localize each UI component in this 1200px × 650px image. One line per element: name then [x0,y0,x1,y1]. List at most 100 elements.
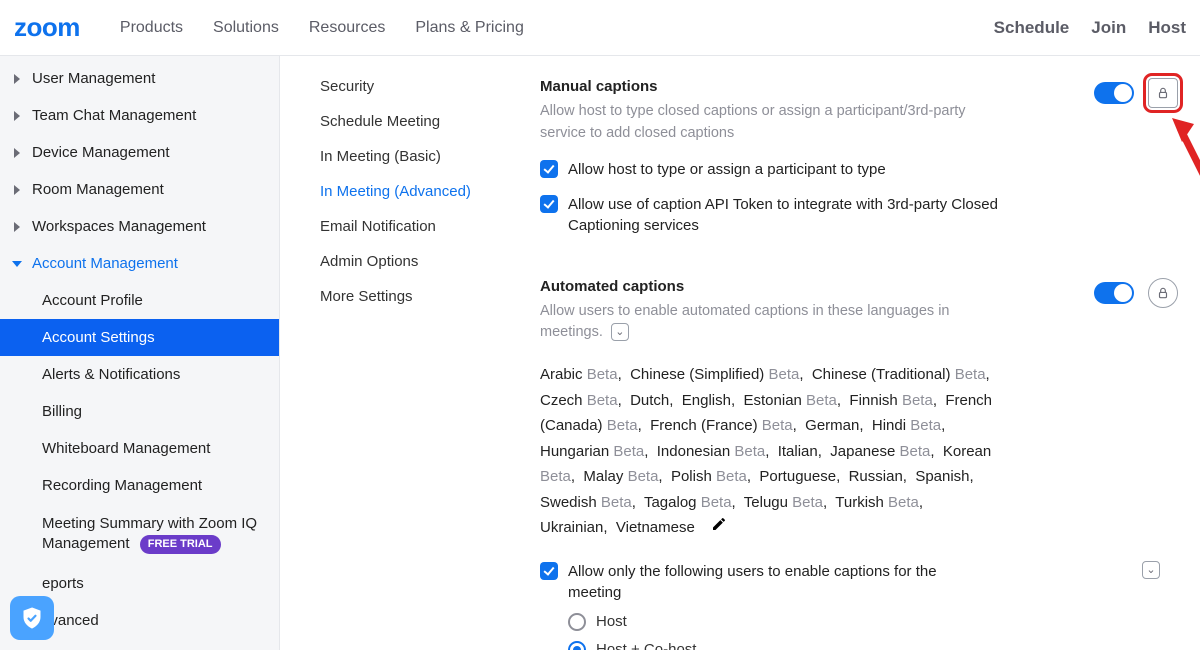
automated-captions-toggle[interactable] [1094,282,1134,304]
language-name: Spanish [915,468,969,485]
radio-host[interactable]: Host [568,613,1178,631]
manual-captions-chk-1[interactable]: Allow host to type or assign a participa… [540,159,1000,180]
beta-tag: Beta [540,468,571,485]
free-trial-badge: FREE TRIAL [140,535,221,554]
subnav-schedule-meeting[interactable]: Schedule Meeting [320,113,530,130]
sidebar-sub-account-settings[interactable]: Account Settings [0,319,279,356]
language-name: Tagalog [644,494,697,511]
subnav-in-meeting-basic[interactable]: In Meeting (Basic) [320,148,530,165]
radio-host-cohost[interactable]: Host + Co-host [568,641,1178,650]
automated-captions-desc: Allow users to enable automated captions… [540,301,980,345]
sidebar-sub-meeting-summary[interactable]: Meeting Summary with Zoom IQ Management … [0,504,279,565]
sidebar-sub-alerts-notifications[interactable]: Alerts & Notifications [0,356,279,393]
sidebar-item-team-chat-management[interactable]: Team Chat Management [0,97,279,134]
checkbox-icon [540,562,558,580]
language-name: Portuguese [759,468,836,485]
sidebar-item-device-management[interactable]: Device Management [0,134,279,171]
languages-list: Arabic Beta, Chinese (Simplified) Beta, … [540,362,1000,541]
nav-products[interactable]: Products [120,19,183,37]
beta-tag: Beta [587,392,618,409]
language-name: Hungarian [540,443,609,460]
language-name: Malay [583,468,623,485]
beta-tag: Beta [587,366,618,383]
settings-content: Manual captions Allow host to type close… [540,56,1200,650]
nav-right: Schedule Join Host [994,18,1186,38]
language-name: Japanese [830,443,895,460]
manual-captions-chk-2[interactable]: Allow use of caption API Token to integr… [540,194,1000,236]
lock-icon [1156,286,1170,300]
beta-tag: Beta [910,417,941,434]
nav-schedule[interactable]: Schedule [994,18,1070,38]
sidebar-sub-account-profile[interactable]: Account Profile [0,282,279,319]
checkbox-label: Allow use of caption API Token to integr… [568,194,1000,236]
language-name: Swedish [540,494,597,511]
automated-captions-lock-button[interactable] [1148,278,1178,308]
sidebar-sub-label: Recording Management [42,477,202,494]
radio-icon [568,641,586,650]
shield-icon [20,606,44,630]
sidebar-item-workspaces-management[interactable]: Workspaces Management [0,208,279,245]
checkbox-label: Allow host to type or assign a participa… [568,159,886,180]
caption-users-radio-group: Host Host + Co-host [568,613,1178,650]
sidebar-sub-whiteboard-management[interactable]: Whiteboard Management [0,430,279,467]
checkbox-label: Allow only the following users to enable… [568,561,948,603]
manual-captions-title: Manual captions [540,78,980,95]
subnav-admin-options[interactable]: Admin Options [320,253,530,270]
sidebar-item-room-management[interactable]: Room Management [0,171,279,208]
language-name: German [805,417,859,434]
beta-tag: Beta [607,417,638,434]
beta-tag: Beta [806,392,837,409]
sidebar-item-label: User Management [32,70,155,87]
subnav-security[interactable]: Security [320,78,530,95]
logo[interactable]: zoom [14,12,80,43]
language-name: Ukrainian [540,519,603,536]
manual-captions-toggle[interactable] [1094,82,1134,104]
nav-join[interactable]: Join [1091,18,1126,38]
section-automated-captions: Automated captions Allow users to enable… [540,278,1178,650]
sidebar-item-label: Team Chat Management [32,107,196,124]
allow-users-checkbox[interactable]: Allow only the following users to enable… [540,561,1000,603]
beta-tag: Beta [601,494,632,511]
nav-solutions[interactable]: Solutions [213,19,279,37]
radio-label: Host [596,613,627,630]
beta-tag: Beta [768,366,799,383]
language-name: Dutch [630,392,669,409]
sidebar-item-account-management[interactable]: Account Management [0,245,279,282]
checkbox-icon [540,160,558,178]
nav-resources[interactable]: Resources [309,19,385,37]
sidebar-sub-recording-management[interactable]: Recording Management [0,467,279,504]
sidebar-sub-label: Whiteboard Management [42,440,210,457]
nav-host[interactable]: Host [1148,18,1186,38]
info-icon[interactable]: ⌄ [611,323,629,341]
info-icon[interactable]: ⌄ [1142,561,1160,579]
lock-icon [1156,86,1170,100]
top-nav: zoom Products Solutions Resources Plans … [0,0,1200,56]
sidebar-sub-label: Account Settings [42,329,155,346]
language-name: Chinese (Simplified) [630,366,764,383]
sidebar-item-label: Device Management [32,144,170,161]
language-name: Russian [849,468,903,485]
language-name: Korean [943,443,991,460]
language-name: French (France) [650,417,758,434]
sidebar-sub-label: Billing [42,403,82,420]
language-name: Telugu [744,494,788,511]
subnav-more-settings[interactable]: More Settings [320,288,530,305]
language-name: Chinese (Traditional) [812,366,951,383]
section-manual-captions: Manual captions Allow host to type close… [540,78,1178,236]
nav-plans-pricing[interactable]: Plans & Pricing [415,19,524,37]
annotation-red-arrow-icon [1172,118,1200,212]
subnav-email-notification[interactable]: Email Notification [320,218,530,235]
language-name: Arabic [540,366,583,383]
language-name: Estonian [744,392,802,409]
beta-tag: Beta [762,417,793,434]
manual-captions-lock-button[interactable] [1148,78,1178,108]
privacy-shield-button[interactable] [10,596,54,640]
sidebar-sub-billing[interactable]: Billing [0,393,279,430]
sidebar-item-user-management[interactable]: User Management [0,60,279,97]
radio-label: Host + Co-host [596,641,696,650]
nav-center: Products Solutions Resources Plans & Pri… [120,19,524,37]
beta-tag: Beta [888,494,919,511]
sidebar-sub-label: eports [42,575,84,592]
subnav-in-meeting-advanced[interactable]: In Meeting (Advanced) [320,183,530,200]
edit-languages-button[interactable] [711,515,727,541]
